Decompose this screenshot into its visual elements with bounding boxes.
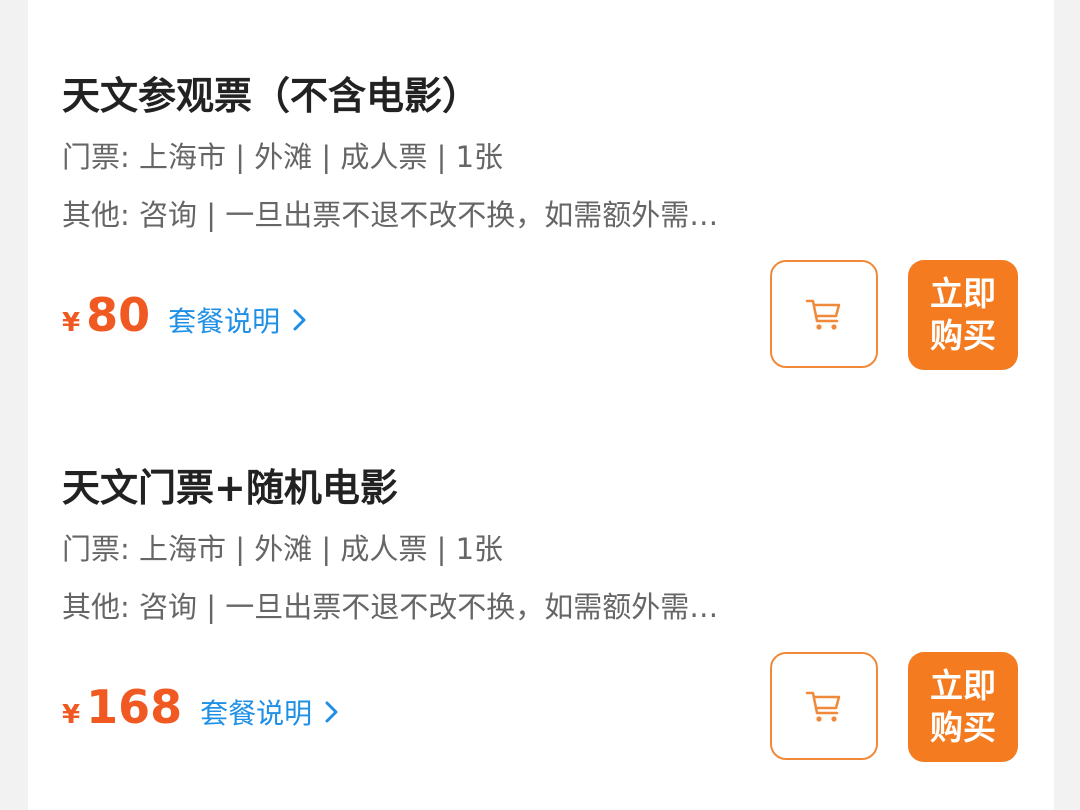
currency-symbol: ¥ — [62, 700, 81, 730]
package-details-label: 套餐说明 — [168, 305, 281, 338]
chevron-right-icon — [293, 309, 306, 331]
add-to-cart-button[interactable] — [770, 260, 878, 368]
currency-symbol: ¥ — [62, 308, 81, 338]
package-details-link[interactable]: 套餐说明 — [168, 300, 310, 340]
cart-icon — [805, 299, 841, 330]
product-title: 天文门票+随机电影 — [62, 466, 398, 510]
other-info-line: 其他: 咨询 | 一旦出票不退不改不换，如需额外需… — [62, 590, 719, 624]
ticket-list-card: 天文参观票（不含电影） 门票: 上海市 | 外滩 | 成人票 | 1张 其他: … — [28, 0, 1054, 810]
package-details-label: 套餐说明 — [200, 697, 313, 730]
ticket-info-line: 门票: 上海市 | 外滩 | 成人票 | 1张 — [62, 140, 504, 174]
other-info-line: 其他: 咨询 | 一旦出票不退不改不换，如需额外需… — [62, 198, 719, 232]
package-details-link[interactable]: 套餐说明 — [200, 692, 342, 732]
product-item: 天文门票+随机电影 门票: 上海市 | 外滩 | 成人票 | 1张 其他: 咨询… — [62, 452, 1052, 782]
price-row: ¥ 168 套餐说明 — [62, 680, 342, 740]
add-to-cart-button[interactable] — [770, 652, 878, 760]
ticket-info-line: 门票: 上海市 | 外滩 | 成人票 | 1张 — [62, 532, 504, 566]
price-row: ¥ 80 套餐说明 — [62, 288, 310, 348]
price-amount: 168 — [86, 680, 183, 734]
buy-now-button[interactable]: 立即购买 — [908, 260, 1018, 370]
chevron-right-icon — [325, 701, 338, 723]
product-item: 天文参观票（不含电影） 门票: 上海市 | 外滩 | 成人票 | 1张 其他: … — [62, 60, 1052, 390]
product-title: 天文参观票（不含电影） — [62, 74, 481, 118]
cart-icon — [805, 691, 841, 722]
buy-now-button[interactable]: 立即购买 — [908, 652, 1018, 762]
price-amount: 80 — [86, 288, 151, 342]
